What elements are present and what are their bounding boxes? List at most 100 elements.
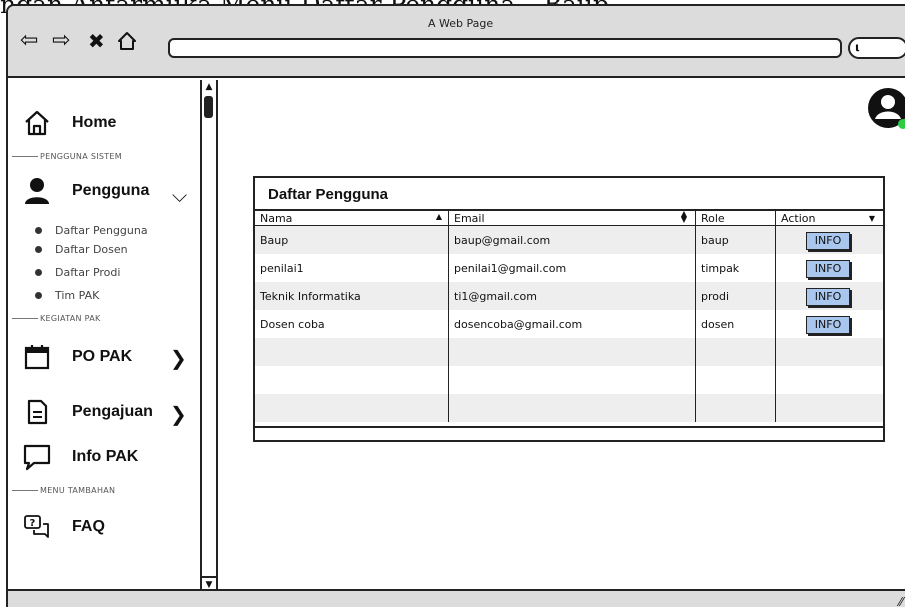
column-label: Role: [701, 211, 725, 225]
subitem-label: Daftar Prodi: [55, 266, 121, 279]
table-row[interactable]: penilai1 penilai1@gmail.com timpak INFO: [255, 254, 883, 282]
section-pengguna-sistem: PENGGUNA SISTEM: [12, 152, 122, 161]
browser-toolbar: A Web Page ⇦ ⇨ ✖ ⍳: [8, 6, 905, 78]
sidebar-item-label: PO PAK: [72, 348, 133, 365]
stop-icon[interactable]: ✖: [88, 30, 105, 52]
cell-nama: Dosen coba: [260, 317, 325, 331]
user-icon: [22, 176, 52, 206]
cell-empty: [775, 366, 883, 394]
document-icon: [22, 397, 52, 427]
chevron-right-icon[interactable]: ❯: [170, 402, 187, 426]
sort-desc-icon[interactable]: ▼: [869, 214, 875, 223]
cell-nama: Teknik Informatika: [260, 289, 361, 303]
sidebar-subitem-daftar-pengguna[interactable]: Daftar Pengguna: [35, 224, 148, 237]
window-title: A Web Page: [428, 17, 494, 30]
bullet-icon: [35, 227, 42, 234]
bullet-icon: [35, 269, 42, 276]
column-label: Action: [781, 211, 816, 225]
sidebar-item-home[interactable]: Home: [22, 108, 116, 138]
user-table: Nama ▲ Email ▲ ▼ Role Action ▼ Baup baup@gma…: [255, 209, 883, 422]
table-row[interactable]: Baup baup@gmail.com baup INFO: [255, 226, 883, 254]
table-row-empty: [255, 366, 883, 394]
section-kegiatan-pak: KEGIATAN PAK: [12, 314, 101, 323]
forward-icon[interactable]: ⇨: [52, 30, 70, 52]
info-button[interactable]: INFO: [806, 232, 850, 250]
cell-empty: [775, 338, 883, 366]
table-row[interactable]: Teknik Informatika ti1@gmail.com prodi I…: [255, 282, 883, 310]
cell-email: penilai1@gmail.com: [448, 254, 695, 282]
cell-action: INFO: [775, 226, 883, 254]
scroll-thumb[interactable]: [204, 96, 213, 118]
panel-footer: [255, 426, 883, 428]
cell-empty: [255, 338, 448, 366]
resize-handle-icon[interactable]: ⁄⁄: [899, 595, 903, 607]
cell-nama: penilai1: [260, 261, 304, 275]
cell-empty: [695, 394, 775, 422]
info-button[interactable]: INFO: [806, 260, 850, 278]
cell-empty: [448, 366, 695, 394]
cell-empty: [448, 394, 695, 422]
panel-title: Daftar Pengguna: [268, 186, 389, 203]
chat-icon: [22, 442, 52, 472]
cell-empty: [695, 338, 775, 366]
user-list-panel: Daftar Pengguna Nama ▲ Email ▲ ▼ Role Actio…: [253, 176, 885, 442]
sidebar-subitem-daftar-prodi[interactable]: Daftar Prodi: [35, 266, 120, 279]
cell-role: prodi: [695, 282, 775, 310]
info-button[interactable]: INFO: [806, 288, 850, 306]
sidebar-item-label: Info PAK: [72, 448, 139, 465]
info-button[interactable]: INFO: [806, 316, 850, 334]
browser-window: A Web Page ⇦ ⇨ ✖ ⍳ Home PENGGUNA SISTEM …: [6, 4, 905, 607]
cell-empty: [448, 338, 695, 366]
home-nav-icon[interactable]: [116, 30, 138, 57]
cell-empty: [695, 366, 775, 394]
sidebar-item-label: Home: [72, 114, 117, 131]
calendar-icon: [22, 342, 52, 372]
sidebar-item-pengajuan[interactable]: Pengajuan: [22, 397, 153, 427]
cell-email: baup@gmail.com: [448, 226, 695, 254]
cell-action: INFO: [775, 254, 883, 282]
sidebar-item-label: FAQ: [72, 518, 105, 535]
subitem-label: Daftar Pengguna: [55, 224, 148, 237]
faq-icon: ?: [22, 512, 52, 542]
bullet-icon: [35, 292, 42, 299]
cell-role: baup: [695, 226, 775, 254]
scroll-up-icon[interactable]: ▲: [202, 80, 216, 94]
sort-icon[interactable]: ▲ ▼: [681, 210, 687, 224]
cell-nama: Baup: [260, 233, 289, 247]
table-row-empty: [255, 394, 883, 422]
search-field[interactable]: ⍳: [848, 37, 905, 59]
sidebar-item-faq[interactable]: ? FAQ: [22, 512, 105, 542]
sort-asc-icon[interactable]: ▲: [436, 212, 442, 221]
sidebar-item-info-pak[interactable]: Info PAK: [22, 442, 138, 472]
cell-role: timpak: [695, 254, 775, 282]
sidebar-item-po-pak[interactable]: PO PAK: [22, 342, 132, 372]
status-bar: ⁄⁄: [8, 589, 905, 607]
subitem-label: Daftar Dosen: [55, 243, 128, 256]
sidebar-subitem-tim-pak[interactable]: Tim PAK: [35, 289, 99, 302]
table-row-empty: [255, 338, 883, 366]
column-label: Email: [454, 211, 485, 225]
address-bar[interactable]: [168, 38, 842, 58]
back-icon[interactable]: ⇦: [20, 30, 38, 52]
user-avatar-icon[interactable]: [866, 86, 905, 130]
scroll-down-icon[interactable]: ▼: [202, 576, 216, 590]
home-icon: [22, 108, 52, 138]
table-header: Nama ▲ Email ▲ ▼ Role Action ▼: [255, 210, 883, 226]
sidebar-subitem-daftar-dosen[interactable]: Daftar Dosen: [35, 243, 128, 256]
cell-empty: [255, 394, 448, 422]
section-menu-tambahan: MENU TAMBAHAN: [12, 486, 115, 495]
sidebar-scrollbar[interactable]: ▲ ▼: [200, 80, 216, 590]
table-row[interactable]: Dosen coba dosencoba@gmail.com dosen INF…: [255, 310, 883, 338]
cell-action: INFO: [775, 310, 883, 338]
cell-email: dosencoba@gmail.com: [448, 310, 695, 338]
sidebar-item-pengguna[interactable]: Pengguna: [22, 176, 149, 206]
column-header-nama[interactable]: Nama ▲: [255, 211, 448, 225]
column-header-action[interactable]: Action ▼: [775, 211, 883, 225]
sidebar: Home PENGGUNA SISTEM Pengguna ⌵ Daftar P…: [8, 80, 218, 590]
column-header-email[interactable]: Email ▲ ▼: [448, 210, 695, 225]
chevron-down-icon[interactable]: ⌵: [172, 183, 187, 207]
svg-text:?: ?: [30, 518, 36, 529]
subitem-label: Tim PAK: [55, 289, 100, 302]
chevron-right-icon[interactable]: ❯: [170, 346, 187, 370]
column-header-role[interactable]: Role: [695, 211, 775, 225]
